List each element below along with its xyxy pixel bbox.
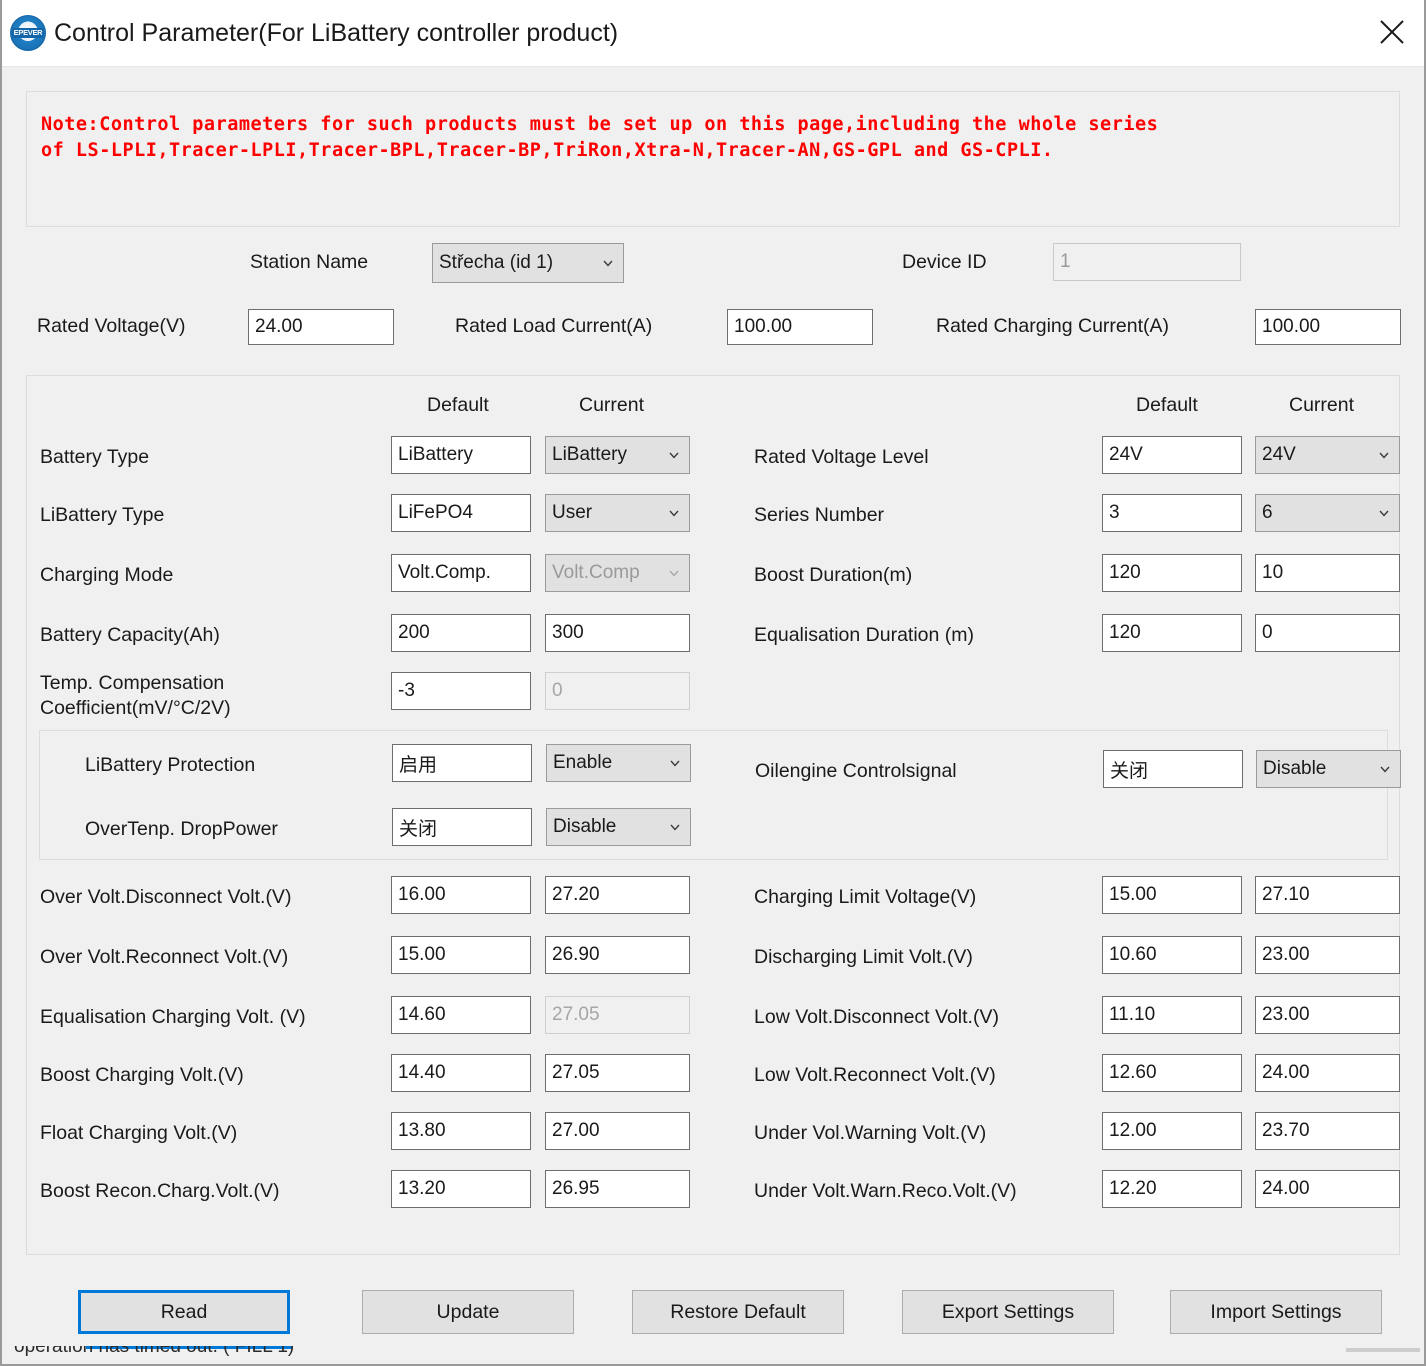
parameter-row: Boost Duration(m) 120 10 [27, 554, 1400, 600]
read-button[interactable]: Read [78, 1290, 290, 1334]
current-value-field[interactable]: 23.00 [1255, 936, 1400, 974]
current-value-field[interactable]: 27.10 [1255, 876, 1400, 914]
current-value-field[interactable]: 10 [1255, 554, 1400, 592]
chevron-down-icon [1380, 766, 1390, 773]
left-default-header: Default [427, 394, 489, 416]
default-value-field[interactable]: 24V [1102, 436, 1242, 474]
update-button[interactable]: Update [362, 1290, 574, 1334]
export-settings-button[interactable]: Export Settings [902, 1290, 1114, 1334]
default-value-field[interactable]: 3 [1102, 494, 1242, 532]
current-value-text: Disable [553, 816, 617, 837]
default-value-field[interactable]: 12.20 [1102, 1170, 1242, 1208]
control-parameter-window: EPEVER Control Parameter(For LiBattery c… [0, 0, 1426, 1366]
current-value-field[interactable]: 0 [545, 672, 690, 710]
default-value-field[interactable]: 10.60 [1102, 936, 1242, 974]
station-name-label: Station Name [250, 251, 369, 273]
current-value-text: Disable [1263, 758, 1327, 779]
rated-voltage-field[interactable]: 24.00 [248, 309, 394, 345]
default-value-field[interactable]: 11.10 [1102, 996, 1242, 1034]
chevron-down-icon [603, 260, 613, 267]
default-value-field[interactable]: 15.00 [1102, 876, 1242, 914]
station-name-select[interactable]: Střecha (id 1) [432, 243, 624, 283]
current-value-field[interactable]: 24.00 [1255, 1170, 1400, 1208]
page-title: Control Parameter(For LiBattery controll… [54, 18, 619, 47]
default-value-field[interactable]: 12.60 [1102, 1054, 1242, 1092]
parameter-label: Low Volt.Disconnect Volt.(V) [754, 1006, 999, 1028]
parameter-row: Under Volt.Warn.Reco.Volt.(V) 12.20 24.00 [27, 1170, 1400, 1216]
device-id-field[interactable]: 1 [1053, 243, 1241, 281]
parameter-row: Series Number 3 6 [27, 494, 1400, 540]
rated-load-current-field[interactable]: 100.00 [727, 309, 873, 345]
parameter-row: Low Volt.Disconnect Volt.(V) 11.10 23.00 [27, 996, 1400, 1042]
current-value-text: 24V [1262, 444, 1296, 465]
current-value-select[interactable]: 24V [1255, 436, 1400, 474]
default-value-field[interactable]: 关闭 [392, 808, 532, 846]
epever-logo-icon: EPEVER [10, 15, 46, 51]
station-row: Station Name Střecha (id 1) Device ID 1 [26, 227, 1400, 299]
current-value-text: 6 [1262, 502, 1273, 523]
parameter-label: Series Number [754, 504, 885, 526]
chevron-down-icon [1379, 510, 1389, 517]
parameter-row: Temp. Compensation Coefficient(mV/°C/2V)… [27, 672, 1399, 719]
parameter-label: Equalisation Duration (m) [754, 624, 975, 646]
parameter-label: Charging Limit Voltage(V) [754, 886, 977, 908]
logo-text: EPEVER [11, 28, 45, 38]
left-current-header: Current [579, 394, 645, 416]
current-value-select[interactable]: Disable [546, 808, 691, 846]
chevron-down-icon [670, 824, 680, 831]
scrollbar-thumb[interactable] [1346, 1348, 1420, 1352]
parameter-label: Discharging Limit Volt.(V) [754, 946, 973, 968]
rated-load-current-label: Rated Load Current(A) [455, 315, 653, 337]
close-icon[interactable] [1360, 0, 1424, 64]
parameter-label: Low Volt.Reconnect Volt.(V) [754, 1064, 996, 1086]
parameter-label: Rated Voltage Level [754, 446, 929, 468]
note-panel: Note:Control parameters for such product… [26, 91, 1400, 227]
current-value-field[interactable]: 23.00 [1255, 996, 1400, 1034]
parameter-panel: Default Current Default Current Battery … [26, 375, 1401, 1255]
default-value-field[interactable]: 120 [1102, 614, 1242, 652]
rated-charging-current-label: Rated Charging Current(A) [936, 315, 1170, 337]
protection-row: Oilengine Controlsignal 关闭 Disable [40, 750, 1401, 796]
parameter-label: Under Volt.Warn.Reco.Volt.(V) [754, 1180, 1017, 1202]
restore-default-button[interactable]: Restore Default [632, 1290, 844, 1334]
current-value-field[interactable]: 23.70 [1255, 1112, 1400, 1150]
parameter-label: Temp. Compensation Coefficient(mV/°C/2V) [40, 672, 231, 719]
current-value-field[interactable]: 24.00 [1255, 1054, 1400, 1092]
current-value-field[interactable]: 0 [1255, 614, 1400, 652]
parameter-label: Under Vol.Warning Volt.(V) [754, 1122, 987, 1144]
right-default-header: Default [1136, 394, 1198, 416]
default-value-field[interactable]: 12.00 [1102, 1112, 1242, 1150]
rated-row: Rated Voltage(V) 24.00 Rated Load Curren… [26, 299, 1401, 361]
parameter-label: Oilengine Controlsignal [755, 760, 957, 782]
parameter-row: Under Vol.Warning Volt.(V) 12.00 23.70 [27, 1112, 1400, 1158]
default-value-field[interactable]: -3 [391, 672, 531, 710]
default-value-field[interactable]: 120 [1102, 554, 1242, 592]
parameter-label: OverTenp. DropPower [85, 818, 278, 840]
parameter-row: Low Volt.Reconnect Volt.(V) 12.60 24.00 [27, 1054, 1400, 1100]
note-text: Note:Control parameters for such product… [41, 114, 1159, 161]
parameter-label: Boost Duration(m) [754, 564, 913, 586]
current-value-select[interactable]: Disable [1256, 750, 1401, 788]
default-value-field[interactable]: 关闭 [1103, 750, 1243, 788]
rated-charging-current-field[interactable]: 100.00 [1255, 309, 1401, 345]
protection-row: OverTenp. DropPower 关闭 Disable [40, 808, 1387, 854]
chevron-down-icon [1379, 452, 1389, 459]
parameter-row: Discharging Limit Volt.(V) 10.60 23.00 [27, 936, 1400, 982]
import-settings-button[interactable]: Import Settings [1170, 1290, 1382, 1334]
rated-voltage-label: Rated Voltage(V) [37, 315, 186, 337]
parameter-row: Rated Voltage Level 24V 24V [27, 436, 1400, 482]
action-button-bar: Read Update Restore Default Export Settings… [2, 1290, 1424, 1336]
parameter-row: Equalisation Duration (m) 120 0 [27, 614, 1400, 660]
protection-group: LiBattery Protection 启用 Enable OverTenp. Dr… [39, 730, 1401, 860]
device-id-label: Device ID [902, 251, 987, 273]
status-strip: operation has timed out. ( FILL 1) [2, 1346, 1424, 1364]
status-text: operation has timed out. ( FILL 1) [14, 1346, 295, 1357]
current-value-select[interactable]: 6 [1255, 494, 1400, 532]
parameter-row: Charging Limit Voltage(V) 15.00 27.10 [27, 876, 1400, 922]
title-bar: EPEVER Control Parameter(For LiBattery c… [2, 0, 1424, 67]
station-name-value: Střecha (id 1) [439, 252, 554, 273]
right-current-header: Current [1289, 394, 1355, 416]
